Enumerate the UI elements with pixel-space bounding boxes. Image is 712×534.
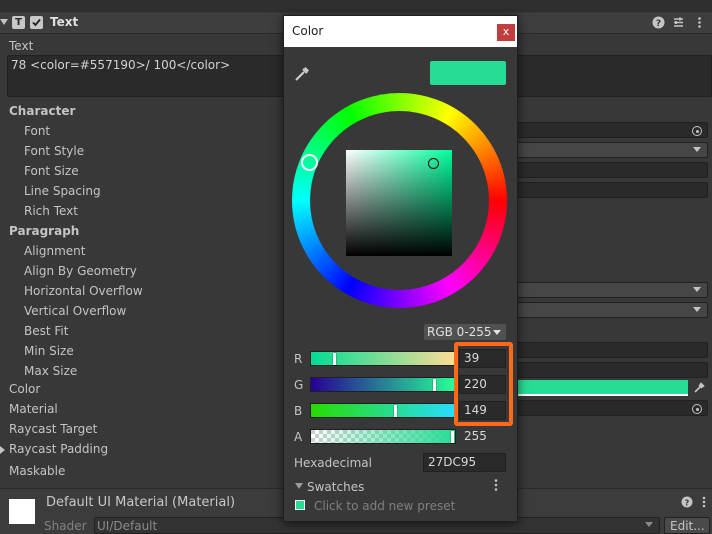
red-slider-handle[interactable] bbox=[333, 353, 336, 365]
font-size-field[interactable] bbox=[516, 162, 708, 178]
color-label: Color bbox=[9, 382, 41, 396]
green-slider-handle[interactable] bbox=[433, 379, 436, 391]
add-preset-swatch[interactable] bbox=[295, 500, 305, 510]
edit-shader-button[interactable]: Edit... bbox=[664, 517, 710, 534]
raycast-padding-label: Raycast Padding bbox=[9, 442, 109, 456]
text-label: Text bbox=[9, 39, 34, 53]
object-picker-icon[interactable] bbox=[692, 404, 702, 414]
max-size-field[interactable] bbox=[516, 362, 708, 378]
swatches-label[interactable]: Swatches bbox=[307, 480, 364, 494]
shader-value: UI/Default bbox=[97, 519, 158, 533]
color-mode-value: RGB 0-255 bbox=[427, 325, 492, 339]
hex-input[interactable]: 27DC95 bbox=[423, 453, 506, 472]
red-slider[interactable] bbox=[310, 351, 456, 366]
shader-label: Shader bbox=[44, 519, 87, 533]
help-icon[interactable]: ? bbox=[652, 16, 665, 29]
font-label: Font bbox=[24, 124, 51, 138]
alpha-slider[interactable] bbox=[310, 429, 456, 444]
material-preview bbox=[9, 499, 35, 524]
character-heading: Character bbox=[9, 104, 76, 118]
blue-slider-handle[interactable] bbox=[394, 405, 397, 417]
color-picker-titlebar[interactable]: Color x bbox=[284, 16, 517, 47]
material-label: Material bbox=[9, 402, 58, 416]
close-button[interactable]: x bbox=[497, 24, 515, 41]
vertical-overflow-dropdown[interactable] bbox=[516, 302, 708, 318]
kebab-menu-icon[interactable] bbox=[699, 496, 709, 508]
material-name: Default UI Material (Material) bbox=[46, 495, 236, 510]
enabled-checkbox[interactable] bbox=[30, 16, 43, 29]
eyedropper-icon[interactable] bbox=[293, 63, 313, 83]
red-label: R bbox=[294, 352, 303, 366]
kebab-menu-icon[interactable] bbox=[693, 16, 706, 29]
align-by-geometry-label: Align By Geometry bbox=[24, 264, 137, 278]
color-picker-title: Color bbox=[292, 24, 324, 38]
blue-label: B bbox=[294, 404, 303, 418]
hex-value: 27DC95 bbox=[428, 455, 477, 469]
alpha-input[interactable]: 255 bbox=[459, 427, 506, 446]
line-spacing-field[interactable] bbox=[516, 182, 708, 198]
foldout-arrow-icon[interactable] bbox=[0, 19, 8, 25]
preset-icon[interactable] bbox=[672, 16, 685, 29]
object-picker-icon[interactable] bbox=[692, 126, 702, 136]
horizontal-overflow-label: Horizontal Overflow bbox=[24, 284, 143, 298]
raycast-target-label: Raycast Target bbox=[9, 422, 98, 436]
rich-text-label: Rich Text bbox=[24, 204, 78, 218]
raycast-padding-foldout-icon[interactable] bbox=[0, 446, 5, 454]
blue-slider[interactable] bbox=[310, 403, 456, 418]
line-spacing-label: Line Spacing bbox=[24, 184, 101, 198]
color-field-swatch[interactable] bbox=[516, 380, 688, 396]
maskable-label: Maskable bbox=[9, 464, 66, 478]
font-style-label: Font Style bbox=[24, 144, 85, 158]
vertical-overflow-label: Vertical Overflow bbox=[24, 304, 127, 318]
font-field[interactable] bbox=[516, 122, 708, 138]
close-icon: x bbox=[502, 25, 510, 38]
check-icon bbox=[32, 18, 41, 27]
chevron-down-icon bbox=[493, 330, 501, 335]
eyedropper-icon[interactable] bbox=[692, 381, 706, 395]
color-mode-dropdown[interactable]: RGB 0-255 bbox=[424, 324, 506, 340]
min-size-field[interactable] bbox=[516, 342, 708, 358]
chevron-down-icon bbox=[693, 307, 701, 312]
min-size-label: Min Size bbox=[24, 344, 74, 358]
alpha-value: 255 bbox=[464, 429, 487, 443]
material-field[interactable] bbox=[516, 400, 708, 416]
green-label: G bbox=[294, 378, 304, 392]
text-component-icon: T bbox=[12, 16, 25, 29]
highlight-box bbox=[454, 342, 513, 426]
text-area-value: 78 <color=#557190>/ 100</color> bbox=[11, 58, 231, 72]
swatches-menu-icon[interactable] bbox=[492, 478, 500, 492]
swatches-hint[interactable]: Click to add new preset bbox=[314, 499, 455, 513]
swatches-foldout-icon[interactable] bbox=[295, 483, 303, 489]
edit-button-label: Edit... bbox=[670, 519, 705, 533]
chevron-down-icon bbox=[693, 147, 701, 152]
component-title: Text bbox=[50, 15, 79, 29]
hue-handle[interactable] bbox=[301, 154, 318, 171]
green-slider[interactable] bbox=[310, 377, 456, 392]
horizontal-overflow-dropdown[interactable] bbox=[516, 282, 708, 298]
alignment-label: Alignment bbox=[24, 244, 86, 258]
best-fit-label: Best Fit bbox=[24, 324, 69, 338]
help-icon[interactable]: ? bbox=[681, 496, 693, 508]
svg-text:?: ? bbox=[656, 19, 661, 29]
svg-text:?: ? bbox=[685, 499, 690, 508]
sv-handle[interactable] bbox=[428, 158, 439, 169]
color-picker-window: Color x RGB 0-255 R 39 G 220 B 149 A 255… bbox=[283, 15, 518, 522]
current-color-preview bbox=[430, 61, 506, 85]
chevron-down-icon bbox=[645, 522, 653, 527]
font-style-dropdown[interactable] bbox=[516, 142, 708, 158]
alpha-label: A bbox=[294, 430, 303, 444]
font-size-label: Font Size bbox=[24, 164, 79, 178]
hex-label: Hexadecimal bbox=[294, 456, 372, 470]
chevron-down-icon bbox=[693, 287, 701, 292]
paragraph-heading: Paragraph bbox=[9, 224, 80, 238]
top-strip bbox=[0, 0, 712, 12]
max-size-label: Max Size bbox=[24, 364, 78, 378]
alpha-slider-handle[interactable] bbox=[451, 431, 454, 443]
